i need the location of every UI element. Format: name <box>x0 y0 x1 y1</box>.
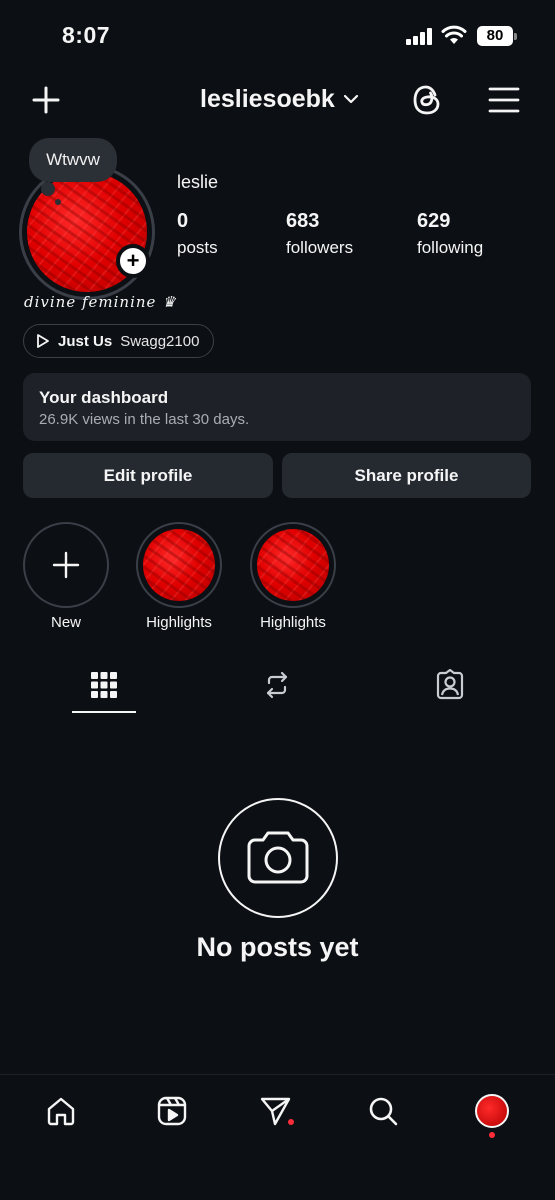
highlight-label: New <box>50 614 81 631</box>
dashboard-title: Your dashboard <box>39 388 169 407</box>
wifi-icon <box>441 25 467 44</box>
reels-icon <box>157 1096 187 1126</box>
followers-label: followers <box>286 238 354 257</box>
note-tail <box>41 182 55 196</box>
dashboard-subtitle: 26.9K views in the last 30 days. <box>39 411 250 428</box>
highlight-ring <box>250 522 336 608</box>
share-profile-button[interactable]: Share profile <box>282 453 531 498</box>
following-stat[interactable]: 629 following <box>417 210 483 258</box>
nav-reels[interactable] <box>154 1093 190 1129</box>
empty-state-text: No posts yet <box>196 932 359 962</box>
grid-icon <box>91 672 117 698</box>
reposts-icon <box>266 671 288 699</box>
threads-icon[interactable] <box>411 83 443 117</box>
tagged-icon <box>436 669 464 700</box>
highlight-item[interactable]: Highlights <box>250 522 336 631</box>
profile-avatar[interactable] <box>19 164 155 300</box>
posts-label: posts <box>177 238 218 257</box>
bottom-navigation <box>0 1074 555 1200</box>
profile-notification-dot <box>489 1132 495 1138</box>
note-tail-small <box>55 199 61 205</box>
status-bar: 8:07 80 <box>0 0 555 72</box>
tab-tagged[interactable] <box>430 665 470 705</box>
highlight-label: Highlights <box>146 614 212 631</box>
highlight-new-ring <box>23 522 109 608</box>
create-plus-icon[interactable] <box>31 85 61 115</box>
music-artist: Swagg2100 <box>120 332 200 350</box>
following-label: following <box>417 238 484 257</box>
following-count: 629 <box>417 210 451 232</box>
music-song: Just Us <box>58 332 113 350</box>
bio-text: divine feminine ♛ <box>24 293 177 311</box>
edit-profile-button[interactable]: Edit profile <box>23 453 273 498</box>
plus-icon <box>52 551 80 579</box>
status-time: 8:07 <box>62 22 111 48</box>
highlight-item[interactable]: Highlights <box>136 522 222 631</box>
account-switcher[interactable]: lesliesoebk <box>200 82 359 116</box>
play-icon <box>37 334 49 348</box>
camera-icon <box>247 831 309 884</box>
profile-avatar-small <box>475 1094 509 1128</box>
username: lesliesoebk <box>200 84 335 113</box>
tab-grid[interactable] <box>84 665 124 705</box>
highlight-cover <box>257 529 329 601</box>
highlight-new[interactable]: New <box>23 522 109 631</box>
empty-camera-circle <box>218 798 338 918</box>
nav-search[interactable] <box>365 1093 401 1129</box>
chevron-down-icon <box>343 94 358 104</box>
add-story-plus-icon[interactable]: + <box>116 244 150 278</box>
followers-count: 683 <box>286 210 320 232</box>
active-tab-indicator <box>72 711 136 713</box>
highlight-label: Highlights <box>260 614 326 631</box>
nav-profile[interactable] <box>474 1093 510 1129</box>
professional-dashboard[interactable]: Your dashboard 26.9K views in the last 3… <box>23 373 531 441</box>
highlight-cover <box>143 529 215 601</box>
search-icon <box>369 1097 398 1126</box>
posts-count: 0 <box>177 210 189 232</box>
tab-reposts[interactable] <box>257 665 297 705</box>
battery-icon: 80 <box>477 26 517 46</box>
menu-icon[interactable] <box>488 86 520 114</box>
posts-stat[interactable]: 0 posts <box>177 210 218 258</box>
direct-notification-dot <box>288 1119 294 1125</box>
signal-icon <box>406 28 434 45</box>
nav-home[interactable] <box>43 1093 79 1129</box>
display-name: leslie <box>177 172 219 192</box>
followers-stat[interactable]: 683 followers <box>286 210 353 258</box>
note-bubble[interactable]: Wtwvw <box>29 138 117 182</box>
profile-music[interactable]: Just Us Swagg2100 <box>23 324 215 358</box>
home-icon <box>47 1097 75 1126</box>
highlight-ring <box>136 522 222 608</box>
